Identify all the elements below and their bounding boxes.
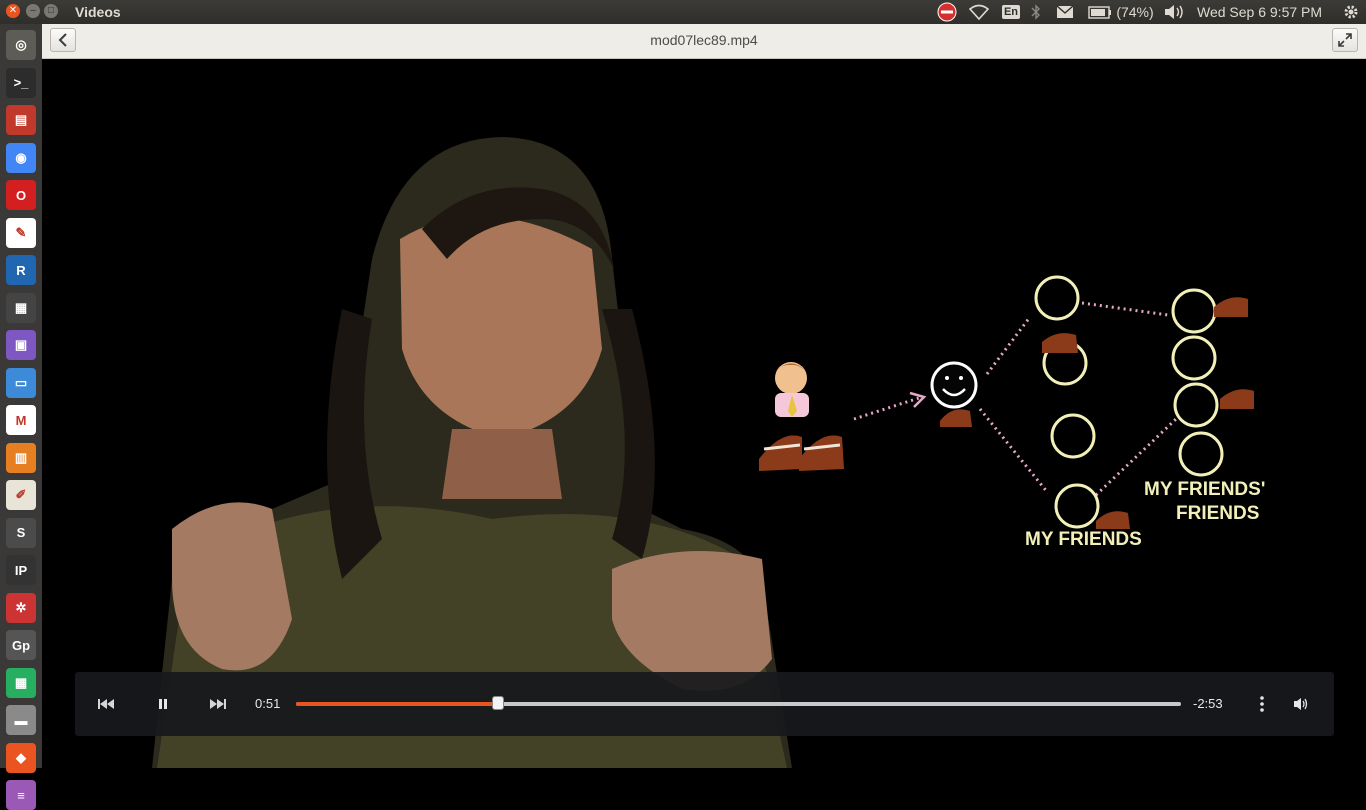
launcher: ◎ >_ ▤ ◉ O ✎ R ▦ ▣ ▭ M ▥ ✐ S IP ✲ Gp ▦ ▬ ◆ ≡ [0, 24, 43, 810]
mail-icon[interactable] [1054, 3, 1076, 21]
gp-icon: Gp [11, 637, 31, 653]
pause-icon [159, 699, 167, 709]
launcher-writer[interactable]: ▭ [6, 367, 36, 398]
launcher-chrome[interactable]: ◉ [6, 142, 36, 173]
launcher-screen-recorder[interactable]: ▣ [6, 330, 36, 360]
text-editor-icon: ✐ [15, 487, 27, 502]
document-icon: ▭ [14, 374, 28, 390]
clock[interactable]: Wed Sep 6 9:57 PM [1197, 4, 1322, 20]
speaker-icon [1294, 698, 1308, 710]
launcher-trash-or-extra[interactable]: ≡ [6, 780, 36, 810]
launcher-gmail[interactable]: M [6, 405, 36, 435]
label-friends-of-friends-line2: FRIENDS [1176, 503, 1259, 524]
gmail-icon: M [15, 412, 27, 428]
ubuntu-icon: ◎ [15, 37, 27, 52]
next-button[interactable] [205, 692, 231, 716]
chrome-icon: ◉ [15, 149, 27, 165]
gear-icon[interactable] [1340, 3, 1362, 21]
remaining-time: -2:53 [1193, 696, 1223, 711]
battery-indicator[interactable]: (74%) [1086, 3, 1156, 21]
battery-percent: (74%) [1116, 4, 1154, 20]
launcher-r-studio[interactable]: R [6, 255, 36, 285]
kebab-menu-icon [1260, 696, 1264, 712]
seek-bar-progress [296, 702, 498, 706]
video-frame: MY FRIENDS MY FRIENDS' FRIENDS [152, 137, 1265, 768]
launcher-text-editor[interactable]: ✐ [6, 480, 36, 510]
player-controls: 0:51 -2:53 [75, 672, 1334, 736]
volume-icon[interactable] [1162, 3, 1186, 21]
no-entry-icon[interactable] [936, 2, 958, 22]
more-options-button[interactable] [1249, 692, 1275, 716]
launcher-opera[interactable]: O [6, 180, 36, 210]
film-icon: ▣ [14, 337, 28, 352]
launcher-sublime-text[interactable]: S [6, 517, 36, 548]
presentation-icon: ▥ [14, 449, 28, 465]
label-my-friends: MY FRIENDS [1025, 529, 1142, 550]
pause-button[interactable] [150, 692, 176, 716]
stack-icon: ≡ [17, 787, 25, 803]
window-maximize-button[interactable]: □ [44, 4, 58, 18]
video-header-bar: mod07lec89.mp4 [42, 24, 1366, 59]
launcher-videos[interactable]: ▦ [6, 292, 36, 323]
launcher-software-center[interactable]: ◆ [6, 742, 36, 773]
bluetooth-icon[interactable] [1028, 3, 1044, 21]
launcher-gp-app[interactable]: Gp [6, 630, 36, 660]
label-friends-of-friends-line1: MY FRIENDS' [1144, 479, 1265, 500]
person-icon [775, 362, 809, 417]
ipython-icon: IP [14, 562, 28, 578]
fullscreen-button[interactable] [1332, 28, 1358, 52]
window-close-button[interactable]: ✕ [6, 4, 20, 18]
seek-bar[interactable] [296, 696, 1181, 710]
top-panel: ✕ – □ Videos En (74%) Wed Sep 6 9:57 PM [0, 0, 1366, 24]
shoes-icon [759, 435, 844, 471]
launcher-impress[interactable]: ▥ [6, 442, 36, 473]
launcher-terminal[interactable]: >_ [6, 67, 36, 98]
network-diagram: MY FRIENDS MY FRIENDS' FRIENDS [759, 275, 1265, 550]
bag-icon: ◆ [16, 749, 26, 765]
launcher-pdf-reader[interactable]: ✎ [6, 217, 36, 248]
wifi-icon[interactable] [968, 3, 990, 21]
launcher-archive-manager[interactable]: ▤ [6, 105, 36, 135]
archive-icon: ▤ [14, 112, 28, 127]
opera-icon: O [15, 187, 27, 203]
sublime-icon: S [16, 525, 26, 540]
wheel-icon: ✲ [15, 599, 27, 615]
spreadsheet-icon: ▦ [14, 674, 28, 690]
launcher-dash-home[interactable]: ◎ [6, 30, 36, 60]
r-icon: R [16, 262, 26, 278]
skip-next-icon [210, 699, 226, 709]
launcher-files[interactable]: ▬ [6, 705, 36, 735]
window-minimize-button[interactable]: – [26, 4, 40, 18]
clapper-icon: ▦ [14, 299, 28, 315]
keyboard-layout-indicator[interactable]: En [1000, 3, 1022, 21]
app-title: Videos [75, 4, 121, 20]
skip-previous-icon [98, 699, 114, 709]
drive-icon: ▬ [14, 712, 28, 728]
file-title: mod07lec89.mp4 [650, 32, 758, 48]
fullscreen-icon [1338, 33, 1352, 47]
launcher-calc[interactable]: ▦ [6, 667, 36, 698]
launcher-settings-tool[interactable]: ✲ [6, 592, 36, 623]
previous-button[interactable] [93, 692, 119, 716]
battery-icon [1088, 5, 1112, 19]
elapsed-time: 0:51 [255, 696, 281, 711]
volume-button[interactable] [1288, 692, 1314, 716]
video-canvas[interactable]: MY FRIENDS MY FRIENDS' FRIENDS [42, 59, 1366, 768]
launcher-ipython[interactable]: IP [6, 555, 36, 585]
terminal-icon: >_ [13, 75, 29, 90]
seek-handle[interactable] [491, 696, 504, 710]
pdf-icon: ✎ [15, 224, 27, 240]
